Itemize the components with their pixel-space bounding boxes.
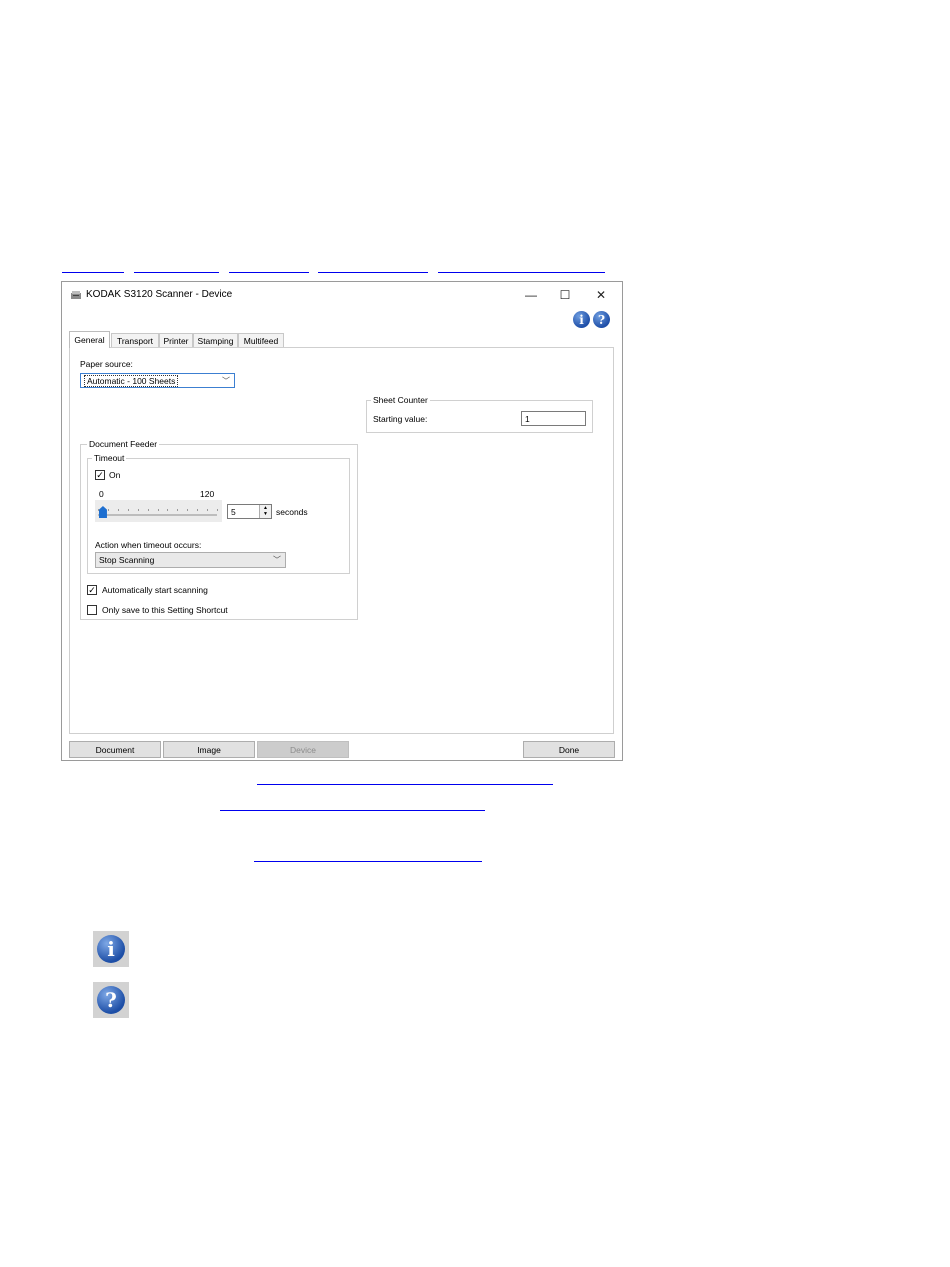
slider-tick xyxy=(177,509,179,511)
scanner-icon xyxy=(71,291,81,299)
sheet-counter-title: Sheet Counter xyxy=(371,395,430,405)
slider-tick xyxy=(98,509,99,511)
tab-general[interactable]: General xyxy=(69,331,110,348)
sheet-counter-group: Sheet Counter Starting value: 1 xyxy=(366,395,593,433)
chevron-down-icon: ﹀ xyxy=(222,376,230,385)
action-label: Action when timeout occurs: xyxy=(95,540,202,550)
timeout-spinbox[interactable]: 5 ▲ ▼ xyxy=(227,504,272,519)
starting-value-label: Starting value: xyxy=(373,414,428,424)
help-icon: ? xyxy=(93,982,129,1018)
info-icon[interactable]: i xyxy=(573,311,590,328)
document-button[interactable]: Document xyxy=(69,741,161,758)
document-feeder-title: Document Feeder xyxy=(87,439,160,449)
slider-tick xyxy=(197,509,199,511)
slider-tick xyxy=(117,509,119,511)
slider-tick xyxy=(157,509,159,511)
paper-source-value: Automatic - 100 Sheets xyxy=(84,374,179,387)
tab-multifeed[interactable]: Multifeed xyxy=(238,333,284,347)
close-button[interactable]: ✕ xyxy=(584,284,618,306)
tab-stamping[interactable]: Stamping xyxy=(193,333,238,347)
spin-arrows-icon[interactable]: ▲ ▼ xyxy=(259,505,271,518)
timeout-slider[interactable] xyxy=(95,500,222,522)
only-save-checkbox[interactable] xyxy=(87,605,97,615)
slider-tick xyxy=(207,509,209,511)
doc-link-7[interactable] xyxy=(220,810,485,811)
info-icon: i xyxy=(93,931,129,967)
slider-tick xyxy=(107,509,109,511)
doc-link-4[interactable] xyxy=(318,272,428,273)
starting-value-input[interactable]: 1 xyxy=(521,411,586,426)
slider-tick xyxy=(217,509,218,511)
document-feeder-group: Document Feeder Timeout ✓ On 0 120 5 ▲▼ xyxy=(80,439,358,620)
only-save-label: Only save to this Setting Shortcut xyxy=(102,605,228,615)
timeout-on-label: On xyxy=(109,470,121,480)
doc-link-5[interactable] xyxy=(438,272,605,273)
done-button[interactable]: Done xyxy=(523,741,615,758)
help-icon[interactable]: ? xyxy=(593,311,610,328)
device-button: Device xyxy=(257,741,349,758)
timeout-group: Timeout ✓ On 0 120 5 ▲ ▼ seconds Action w xyxy=(87,453,350,574)
seconds-label: seconds xyxy=(276,507,308,517)
timeout-title: Timeout xyxy=(92,453,127,463)
window-title: KODAK S3120 Scanner - Device xyxy=(86,289,233,300)
slider-max-label: 120 xyxy=(200,489,215,499)
minimize-button[interactable]: — xyxy=(514,284,548,306)
auto-start-label: Automatically start scanning xyxy=(102,585,208,595)
doc-link-6[interactable] xyxy=(257,784,553,785)
general-panel: Paper source: Automatic - 100 Sheets ﹀ S… xyxy=(69,347,614,734)
paper-source-label: Paper source: xyxy=(80,359,133,369)
slider-tick xyxy=(127,509,129,511)
slider-tick xyxy=(147,509,149,511)
image-button[interactable]: Image xyxy=(163,741,255,758)
auto-start-checkbox[interactable]: ✓ xyxy=(87,585,97,595)
maximize-button[interactable]: ☐ xyxy=(548,284,582,306)
scanner-dialog: KODAK S3120 Scanner - Device — ☐ ✕ i ? G… xyxy=(61,281,623,761)
doc-link-3[interactable] xyxy=(229,272,309,273)
slider-min-label: 0 xyxy=(99,489,104,499)
doc-link-1[interactable] xyxy=(62,272,124,273)
chevron-down-icon: ﹀ xyxy=(273,555,281,565)
paper-source-select[interactable]: Automatic - 100 Sheets ﹀ xyxy=(80,373,235,388)
slider-track xyxy=(98,514,217,516)
slider-tick xyxy=(187,509,189,511)
doc-link-8[interactable] xyxy=(254,861,482,862)
slider-tick xyxy=(167,509,169,511)
tab-printer[interactable]: Printer xyxy=(159,333,193,347)
tab-transport[interactable]: Transport xyxy=(111,333,159,347)
doc-link-2[interactable] xyxy=(134,272,219,273)
action-select[interactable]: Stop Scanning ﹀ xyxy=(95,552,286,568)
slider-tick xyxy=(137,509,139,511)
timeout-on-checkbox[interactable]: ✓ xyxy=(95,470,105,480)
slider-thumb[interactable] xyxy=(98,506,107,518)
title-bar: KODAK S3120 Scanner - Device — ☐ ✕ xyxy=(62,282,622,308)
